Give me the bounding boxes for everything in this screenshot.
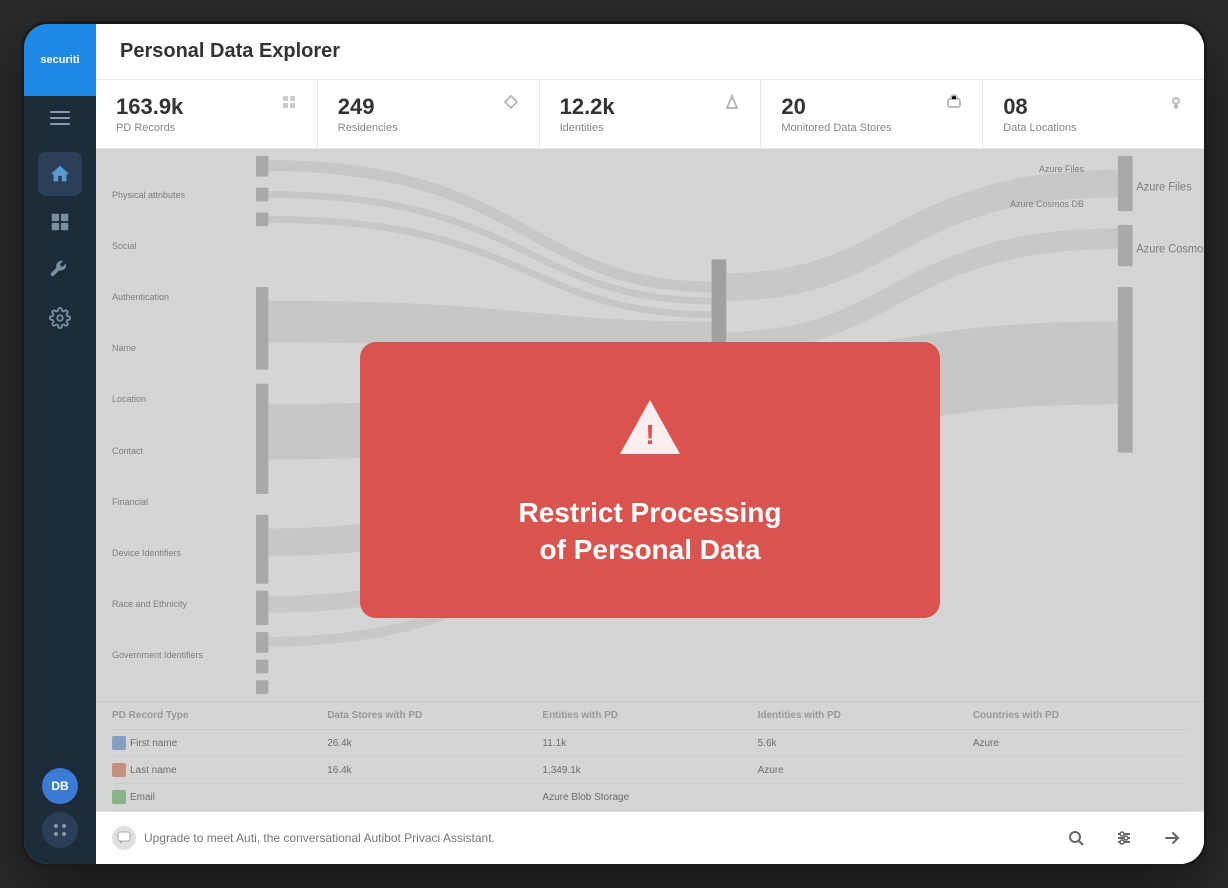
gear-icon <box>49 307 71 329</box>
chat-bubble-icon <box>112 826 136 850</box>
sidebar-bottom: DB <box>42 768 78 864</box>
warning-icon: ! <box>615 392 685 462</box>
residencies-label: Residencies <box>338 122 398 134</box>
sidebar-item-dashboard[interactable] <box>38 200 82 244</box>
logo[interactable]: securiti <box>24 24 96 96</box>
stat-data-locations: 08 Data Locations <box>983 80 1204 148</box>
pd-records-number: 163.9k <box>116 94 183 120</box>
data-stores-label: Monitored Data Stores <box>781 122 891 134</box>
sidebar-item-settings[interactable] <box>38 296 82 340</box>
bottom-bar: Upgrade to meet Auti, the conversational… <box>96 811 1204 864</box>
pd-records-label: PD Records <box>116 122 183 134</box>
filter-button[interactable] <box>1108 822 1140 854</box>
hamburger-icon <box>50 111 70 125</box>
sidebar-item-tools[interactable] <box>38 248 82 292</box>
main-content: Personal Data Explorer 163.9k PD Records… <box>96 24 1204 864</box>
residencies-number: 249 <box>338 94 398 120</box>
sidebar-nav <box>38 140 82 768</box>
residencies-icon <box>503 94 519 115</box>
chat-text: Upgrade to meet Auti, the conversational… <box>144 831 495 845</box>
wrench-icon <box>49 259 71 281</box>
modal-title: Restrict Processingof Personal Data <box>420 495 880 568</box>
user-avatar[interactable]: DB <box>42 768 78 804</box>
identities-number: 12.2k <box>560 94 615 120</box>
dashboard-icon <box>49 211 71 233</box>
data-locations-icon <box>1168 94 1184 115</box>
hamburger-button[interactable] <box>24 96 96 140</box>
stats-bar: 163.9k PD Records 249 Residencies <box>96 80 1204 149</box>
search-icon <box>1067 829 1085 847</box>
modal-overlay: ! Restrict Processingof Personal Data <box>96 149 1204 811</box>
home-icon <box>49 163 71 185</box>
more-options-button[interactable] <box>42 812 78 848</box>
chat-section: Upgrade to meet Auti, the conversational… <box>112 826 495 850</box>
bubble-icon <box>117 831 131 845</box>
stat-data-stores: 20 Monitored Data Stores <box>761 80 983 148</box>
data-locations-number: 08 <box>1003 94 1076 120</box>
restrict-processing-modal: ! Restrict Processingof Personal Data <box>360 342 940 618</box>
arrow-right-icon <box>1163 829 1181 847</box>
bottom-actions <box>1060 822 1188 854</box>
dots-grid-icon <box>51 821 69 839</box>
top-bar: Personal Data Explorer <box>96 24 1204 80</box>
data-stores-icon <box>946 94 962 115</box>
pd-records-icon <box>281 94 297 115</box>
identities-label: Identities <box>560 122 615 134</box>
identities-icon <box>724 94 740 115</box>
data-stores-number: 20 <box>781 94 891 120</box>
page-title: Personal Data Explorer <box>120 40 1180 63</box>
sliders-icon <box>1115 829 1133 847</box>
svg-text:!: ! <box>645 419 654 450</box>
stat-pd-records: 163.9k PD Records <box>96 80 318 148</box>
navigate-button[interactable] <box>1156 822 1188 854</box>
stat-identities: 12.2k Identities <box>540 80 762 148</box>
sidebar: securiti <box>24 24 96 864</box>
data-locations-label: Data Locations <box>1003 122 1076 134</box>
content-area: Physical attributes Social Authenticatio… <box>96 149 1204 811</box>
stat-residencies: 249 Residencies <box>318 80 540 148</box>
sidebar-item-home[interactable] <box>38 152 82 196</box>
search-button[interactable] <box>1060 822 1092 854</box>
logo-text: securiti <box>40 54 79 66</box>
